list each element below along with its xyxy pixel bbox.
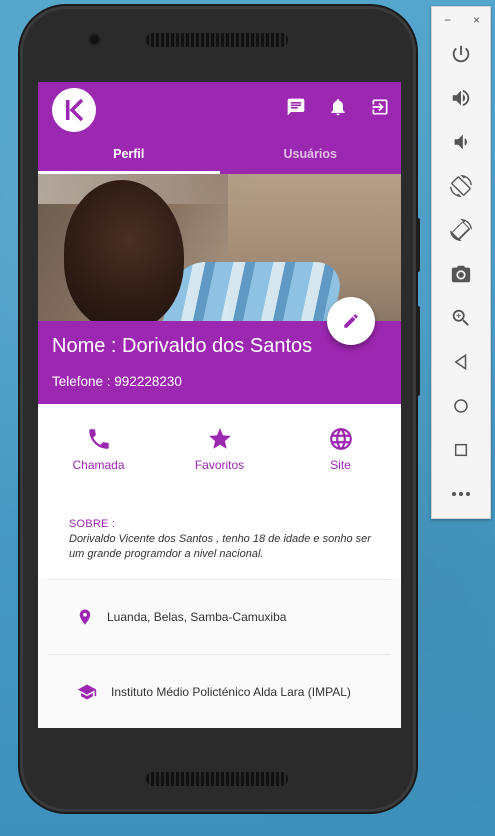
phone-icon [88,429,109,449]
location-row: Luanda, Belas, Samba-Camuxiba [38,580,401,654]
app-screen: Perfil Usuários Nome : Dorivaldo dos San… [38,82,401,728]
home-icon[interactable] [448,393,474,419]
call-label: Chamada [72,458,125,472]
camera-icon[interactable] [448,261,474,287]
tab-perfil[interactable]: Perfil [38,138,220,174]
school-text: Instituto Médio Policténico Alda Lara (I… [111,685,351,699]
k-logo-icon [66,98,84,122]
rotate-left-icon[interactable] [448,173,474,199]
bell-icon[interactable] [327,96,349,118]
site-label: Site [330,458,351,472]
bottom-speaker [146,772,288,786]
app-logo[interactable] [52,88,96,132]
minimize-button[interactable]: − [444,13,451,27]
power-icon[interactable] [448,41,474,67]
about-text: Dorivaldo Vicente dos Santos , tenho 18 … [69,533,371,560]
logout-icon[interactable] [369,96,391,118]
volume-up-icon[interactable] [448,85,474,111]
close-button[interactable]: × [473,13,480,27]
zoom-icon[interactable] [448,305,474,331]
volume-down-icon[interactable] [448,129,474,155]
globe-icon [329,428,352,450]
volume-side-button [416,306,420,396]
overview-icon[interactable] [448,437,474,463]
site-button[interactable]: Site [280,404,401,494]
top-speaker [146,33,288,47]
emulator-toolbar: − × [431,6,491,519]
location-pin-icon [79,609,91,625]
about-section: SOBRE : Dorivaldo Vicente dos Santos , t… [38,494,401,579]
location-text: Luanda, Belas, Samba-Camuxiba [107,610,287,624]
front-camera [90,35,99,44]
back-icon[interactable] [448,349,474,375]
graduation-cap-icon [77,684,97,700]
favorites-button[interactable]: Favoritos [159,404,280,494]
profile-name: Nome : Dorivaldo dos Santos [52,335,313,357]
favorites-label: Favoritos [194,458,245,472]
star-icon [208,428,231,449]
app-bar: Perfil Usuários [38,82,401,174]
school-row: Instituto Médio Policténico Alda Lara (I… [38,655,401,728]
profile-phone: Telefone : 992228230 [52,374,182,389]
rotate-right-icon[interactable] [448,217,474,243]
chat-icon[interactable] [285,96,307,118]
more-icon[interactable] [448,481,474,507]
pencil-icon [344,314,358,328]
power-side-button [416,218,420,272]
about-title: SOBRE : [69,518,116,530]
tab-usuarios[interactable]: Usuários [220,138,402,174]
edit-profile-button[interactable] [327,297,375,345]
call-button[interactable]: Chamada [38,404,159,494]
action-row: Chamada Favoritos Site [38,404,401,494]
